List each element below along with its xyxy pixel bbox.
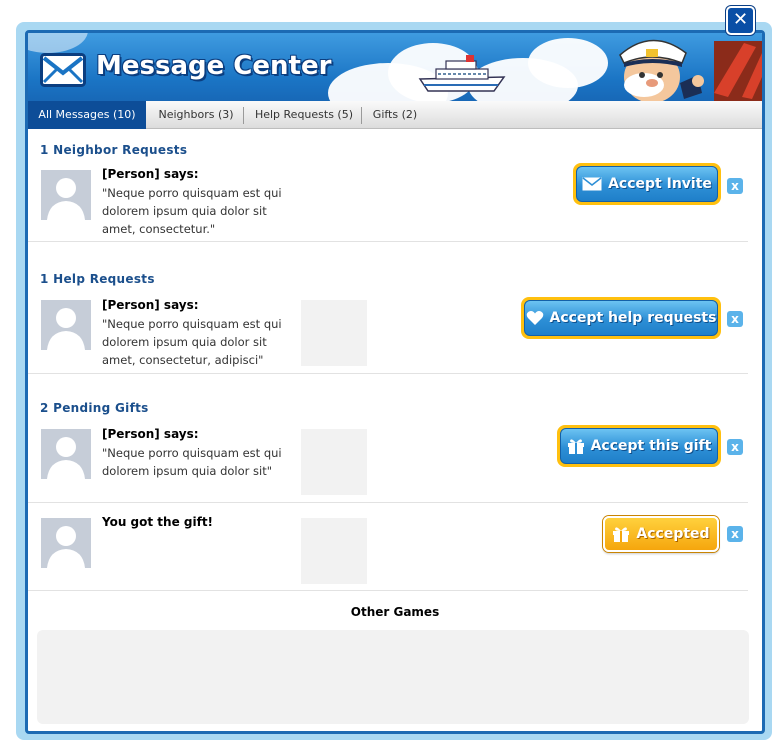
- divider: [28, 502, 748, 503]
- accept-help-requests-button[interactable]: Accept help requests: [521, 297, 721, 339]
- person-silhouette-icon: [47, 178, 85, 220]
- divider: [28, 373, 748, 374]
- request-message: "Neque porro quisquam est qui dolorem ip…: [102, 446, 282, 478]
- header-banner: Message Center: [28, 33, 762, 101]
- person-silhouette-icon: [47, 437, 85, 479]
- envelope-icon: [40, 53, 86, 87]
- section-title-help: 1 Help Requests: [40, 272, 155, 286]
- accept-help-requests-label: Accept help requests: [549, 310, 717, 326]
- tab-separator: [243, 107, 244, 124]
- request-message: "Neque porro quisquam est qui dolorem ip…: [102, 186, 282, 236]
- avatar: [41, 429, 91, 479]
- avatar: [41, 518, 91, 568]
- sender-name: [Person] says:: [102, 167, 199, 181]
- dismiss-button[interactable]: x: [727, 526, 743, 542]
- section-title-gifts: 2 Pending Gifts: [40, 401, 149, 415]
- dismiss-button[interactable]: x: [727, 311, 743, 327]
- other-games-panel: [37, 630, 749, 724]
- accept-invite-button[interactable]: Accept Invite: [573, 163, 721, 205]
- gift-icon: [613, 527, 630, 542]
- tab-neighbors[interactable]: Neighbors (3): [150, 101, 242, 129]
- tab-gifts[interactable]: Gifts (2): [366, 101, 424, 129]
- divider: [28, 241, 748, 242]
- sender-name: [Person] says:: [102, 427, 199, 441]
- window-title: Message Center: [96, 51, 332, 81]
- accepted-label: Accepted: [636, 526, 710, 542]
- avatar: [41, 300, 91, 350]
- tab-separator: [361, 107, 362, 124]
- message-tabs: All Messages (10) Neighbors (3) Help Req…: [28, 101, 762, 129]
- item-thumbnail: [301, 300, 367, 366]
- accepted-status-button: Accepted: [603, 516, 719, 552]
- envelope-icon: [582, 177, 602, 191]
- gift-icon: [567, 439, 584, 454]
- request-message: "Neque porro quisquam est qui dolorem ip…: [102, 317, 282, 367]
- item-thumbnail: [301, 518, 367, 584]
- divider: [28, 590, 748, 591]
- dismiss-button[interactable]: x: [727, 439, 743, 455]
- other-games-title: Other Games: [350, 605, 440, 619]
- accept-invite-label: Accept Invite: [608, 176, 712, 192]
- item-thumbnail: [301, 429, 367, 495]
- cloud-decoration: [28, 33, 88, 53]
- person-silhouette-icon: [47, 308, 85, 350]
- section-title-neighbors: 1 Neighbor Requests: [40, 143, 188, 157]
- captain-mascot-icon: [619, 39, 762, 101]
- sender-name: [Person] says:: [102, 298, 199, 312]
- accept-gift-button[interactable]: Accept this gift: [557, 425, 721, 467]
- person-silhouette-icon: [47, 526, 85, 568]
- avatar: [41, 170, 91, 220]
- dismiss-button[interactable]: x: [727, 178, 743, 194]
- gift-received-text: You got the gift!: [102, 515, 214, 529]
- accept-gift-label: Accept this gift: [590, 438, 712, 454]
- tab-all-messages[interactable]: All Messages (10): [28, 101, 146, 129]
- tab-help-requests[interactable]: Help Requests (5): [248, 101, 360, 129]
- heart-icon: [526, 311, 543, 325]
- ship-icon: [418, 55, 506, 92]
- close-window-button[interactable]: ✕: [726, 6, 755, 35]
- message-center-window: Message Center All Messages (10) Neighbo…: [25, 30, 765, 734]
